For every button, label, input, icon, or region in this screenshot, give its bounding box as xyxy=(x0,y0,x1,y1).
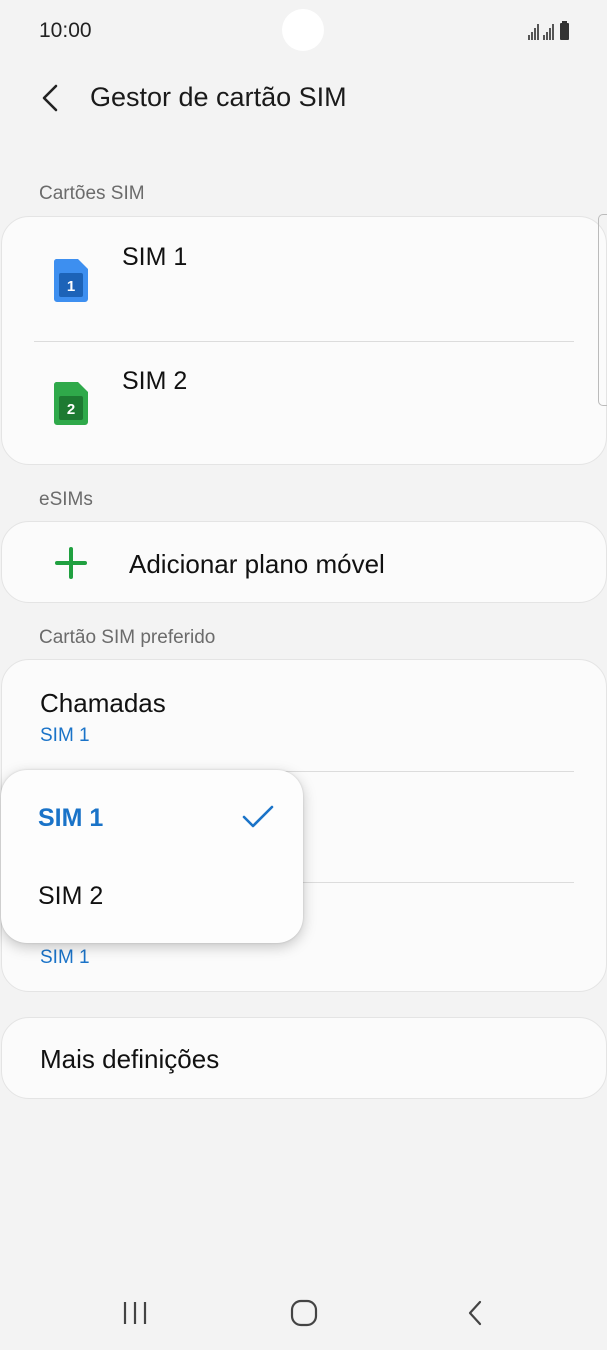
page-title: Gestor de cartão SIM xyxy=(90,82,347,112)
sim-dropdown-popup: SIM 1 SIM 2 xyxy=(1,770,303,943)
sim-cards-card: 1 SIM 1 2 SIM 2 xyxy=(1,216,607,465)
status-time: 10:00 xyxy=(39,19,92,42)
scrollbar[interactable] xyxy=(598,214,607,406)
dropdown-option-sim2[interactable]: SIM 2 xyxy=(1,858,303,936)
more-settings-card[interactable]: Mais definições xyxy=(1,1017,607,1099)
sim-card-icon: 1 xyxy=(53,259,88,302)
camera-cutout xyxy=(282,9,324,51)
recents-button[interactable] xyxy=(105,1288,165,1338)
sim-card-row-2[interactable]: 2 SIM 2 xyxy=(2,342,606,466)
signal-sim1-icon xyxy=(528,24,539,40)
nav-back-button[interactable] xyxy=(445,1288,505,1338)
home-icon xyxy=(290,1299,318,1327)
preferred-row-calls[interactable]: Chamadas SIM 1 xyxy=(2,660,606,770)
status-icons xyxy=(528,20,569,40)
recents-icon xyxy=(123,1302,147,1324)
section-label-esims: eSIMs xyxy=(39,489,93,510)
plus-icon xyxy=(54,546,88,580)
sim-card-name: SIM 2 xyxy=(122,367,188,395)
add-mobile-plan-button[interactable]: Adicionar plano móvel xyxy=(2,522,606,602)
battery-icon xyxy=(560,21,569,40)
add-mobile-plan-label: Adicionar plano móvel xyxy=(129,549,385,579)
preferred-row-value: SIM 1 xyxy=(40,725,90,746)
section-label-preferred-sim: Cartão SIM preferido xyxy=(39,627,216,648)
preferred-row-title: Chamadas xyxy=(40,688,166,718)
sim-card-icon: 2 xyxy=(53,382,88,425)
dropdown-option-label: SIM 2 xyxy=(38,882,104,910)
sim-card-row-1[interactable]: 1 SIM 1 xyxy=(2,217,606,341)
more-settings-label: Mais definições xyxy=(40,1044,220,1074)
esim-card: Adicionar plano móvel xyxy=(1,521,607,603)
sim-number-label: 1 xyxy=(67,278,75,295)
screen: 10:00 Gestor de cartão SIM Cartões SIM 1… xyxy=(0,0,607,1350)
check-icon xyxy=(242,805,274,828)
home-button[interactable] xyxy=(274,1288,334,1338)
section-label-sim-cards: Cartões SIM xyxy=(39,183,145,204)
dropdown-option-label: SIM 1 xyxy=(38,804,104,832)
preferred-row-value: SIM 1 xyxy=(40,947,90,968)
back-icon xyxy=(468,1300,482,1326)
signal-sim2-icon xyxy=(543,24,554,40)
back-button[interactable] xyxy=(30,76,70,120)
dropdown-option-sim1[interactable]: SIM 1 xyxy=(1,780,303,858)
sim-card-name: SIM 1 xyxy=(122,243,188,271)
sim-number-label: 2 xyxy=(67,401,75,418)
back-arrow-icon xyxy=(42,84,58,112)
